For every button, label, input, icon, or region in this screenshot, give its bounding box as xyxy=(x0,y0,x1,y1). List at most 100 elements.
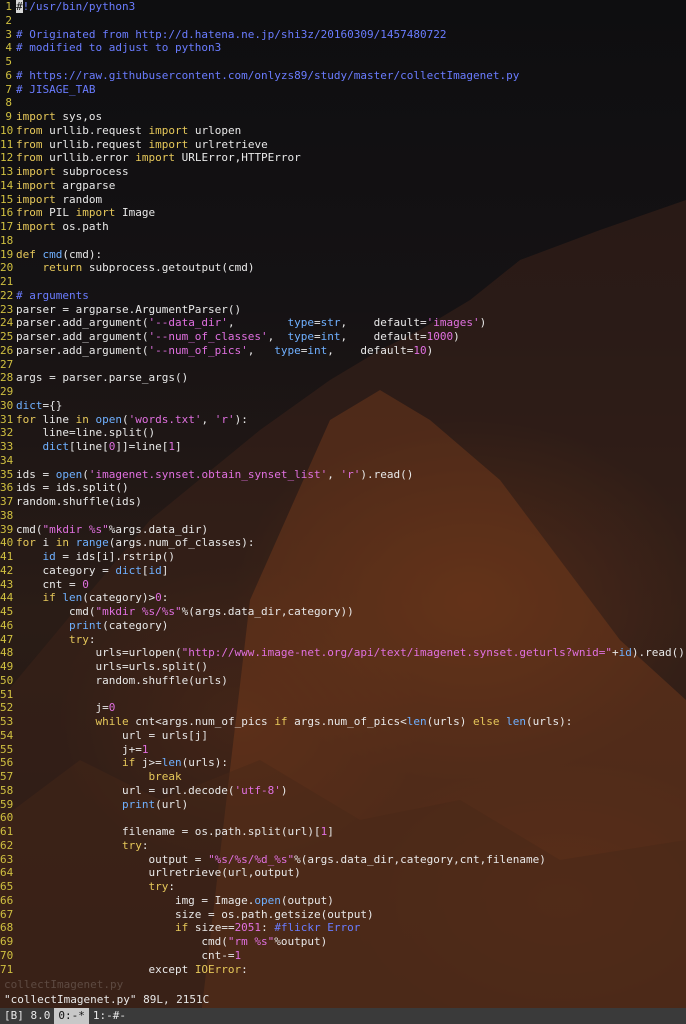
code-line[interactable]: 36 ids = ids.split() xyxy=(0,481,686,495)
code-line[interactable]: 15 import random xyxy=(0,193,686,207)
code-line[interactable]: 3 # Originated from http://d.hatena.ne.j… xyxy=(0,28,686,42)
tmux-window-other[interactable]: 1:-#- xyxy=(89,1008,130,1024)
code-line[interactable]: 52 j=0 xyxy=(0,701,686,715)
code-line[interactable]: 40 for i in range(args.num_of_classes): xyxy=(0,536,686,550)
code-line[interactable]: 42 category = dict[id] xyxy=(0,564,686,578)
code-text: j+=1 xyxy=(16,743,149,756)
code-text: img = Image.open(output) xyxy=(16,894,334,907)
code-line[interactable]: 70 cnt-=1 xyxy=(0,949,686,963)
line-number: 38 xyxy=(0,508,14,522)
code-line[interactable]: 38 xyxy=(0,509,686,523)
code-token: ) xyxy=(280,783,288,797)
code-line[interactable]: 55 j+=1 xyxy=(0,743,686,757)
code-line[interactable]: 64 urlretrieve(url,output) xyxy=(0,866,686,880)
code-line[interactable]: 33 dict[line[0]]=line[1] xyxy=(0,440,686,454)
code-line[interactable]: 16 from PIL import Image xyxy=(0,206,686,220)
code-line[interactable]: 49 urls=urls.split() xyxy=(0,660,686,674)
line-number: 46 xyxy=(0,618,14,632)
code-token: argparse xyxy=(55,178,116,192)
text-cursor: # xyxy=(16,0,23,13)
code-line[interactable]: 6 # https://raw.githubusercontent.com/on… xyxy=(0,69,686,83)
code-token: 'images' xyxy=(426,316,480,330)
code-line[interactable]: 5 xyxy=(0,55,686,69)
code-line[interactable]: 59 print(url) xyxy=(0,798,686,812)
code-line[interactable]: 17 import os.path xyxy=(0,220,686,234)
code-line[interactable]: 71 except IOError: xyxy=(0,963,686,977)
code-line[interactable]: 29 xyxy=(0,385,686,399)
code-line[interactable]: 53 while cnt<args.num_of_pics if args.nu… xyxy=(0,715,686,729)
code-line[interactable]: 27 xyxy=(0,358,686,372)
code-line[interactable]: 51 xyxy=(0,688,686,702)
code-line[interactable]: 7 # JISAGE_TAB xyxy=(0,83,686,97)
code-line[interactable]: 9 import sys,os xyxy=(0,110,686,124)
code-token: id xyxy=(42,550,56,563)
code-line[interactable]: 14 import argparse xyxy=(0,179,686,193)
code-line[interactable]: 34 xyxy=(0,454,686,468)
code-line[interactable]: 57 break xyxy=(0,770,686,784)
code-line[interactable]: 20 return subprocess.getoutput(cmd) xyxy=(0,261,686,275)
code-line[interactable]: 41 id = ids[i].rstrip() xyxy=(0,550,686,564)
code-token: try xyxy=(121,838,142,852)
line-number: 25 xyxy=(0,330,14,343)
code-line[interactable]: 61 filename = os.path.split(url)[1] xyxy=(0,825,686,839)
code-token: : xyxy=(261,921,275,935)
code-line[interactable]: 25 parser.add_argument('--num_of_classes… xyxy=(0,330,686,344)
code-line[interactable]: 11 from urllib.request import urlretriev… xyxy=(0,138,686,152)
code-line[interactable]: 63 output = "%s/%s/%d_%s"%(args.data_dir… xyxy=(0,853,686,867)
line-number: 21 xyxy=(0,275,14,288)
code-line[interactable]: 1 #!/usr/bin/python3 xyxy=(0,0,686,14)
vim-editor-buffer[interactable]: 1 #!/usr/bin/python3 2 3 # Originated fro… xyxy=(0,0,686,980)
line-number: 37 xyxy=(0,495,14,508)
code-line[interactable]: 32 line=line.split() xyxy=(0,426,686,440)
code-line[interactable]: 30 dict={} xyxy=(0,399,686,413)
code-token: PIL xyxy=(42,206,76,220)
code-line[interactable]: 10 from urllib.request import urlopen xyxy=(0,124,686,138)
code-line[interactable]: 43 cnt = 0 xyxy=(0,578,686,592)
code-line[interactable]: 2 xyxy=(0,14,686,28)
code-line[interactable]: 65 try: xyxy=(0,880,686,894)
code-token: args = parser.parse_args() xyxy=(16,371,189,385)
code-line[interactable]: 58 url = url.decode('utf-8') xyxy=(0,784,686,798)
code-token: ) xyxy=(453,330,460,343)
code-line[interactable]: 62 try: xyxy=(0,839,686,853)
code-line[interactable]: 22 # arguments xyxy=(0,289,686,303)
code-line[interactable]: 31 for line in open('words.txt', 'r'): xyxy=(0,413,686,427)
code-line[interactable]: 39 cmd("mkdir %s"%args.data_dir) xyxy=(0,523,686,537)
code-text: print(url) xyxy=(16,798,188,811)
code-line[interactable]: 12 from urllib.error import URLError,HTT… xyxy=(0,151,686,165)
code-line[interactable]: 45 cmd("mkdir %s/%s"%(args.data_dir,cate… xyxy=(0,605,686,619)
code-token: '--data_dir' xyxy=(148,316,228,330)
code-line[interactable]: 56 if j>=len(urls): xyxy=(0,756,686,770)
code-line[interactable]: 54 url = urls[j] xyxy=(0,729,686,743)
code-text: print(category) xyxy=(16,619,168,632)
code-line[interactable]: 26 parser.add_argument('--num_of_pics', … xyxy=(0,344,686,358)
code-line[interactable]: 46 print(category) xyxy=(0,619,686,633)
tmux-window-active[interactable]: 0:-* xyxy=(54,1008,89,1024)
code-line[interactable]: 13 import subprocess xyxy=(0,165,686,179)
code-line[interactable]: 8 xyxy=(0,96,686,110)
code-line[interactable]: 66 img = Image.open(output) xyxy=(0,894,686,908)
line-number: 11 xyxy=(0,137,14,151)
code-line[interactable]: 69 cmd("rm %s"%output) xyxy=(0,935,686,949)
code-text: break xyxy=(16,770,181,783)
code-line[interactable]: 18 xyxy=(0,234,686,248)
code-line[interactable]: 68 if size==2051: #flickr Error xyxy=(0,921,686,935)
code-token: IOError xyxy=(194,962,242,976)
code-token: 1 xyxy=(234,948,242,962)
code-line[interactable]: 24 parser.add_argument('--data_dir', typ… xyxy=(0,316,686,330)
code-line[interactable]: 60 xyxy=(0,811,686,825)
code-line[interactable]: 44 if len(category)>0: xyxy=(0,591,686,605)
code-line[interactable]: 19 def cmd(cmd): xyxy=(0,248,686,262)
code-line[interactable]: 35 ids = open('imagenet.synset.obtain_sy… xyxy=(0,468,686,482)
code-line[interactable]: 23 parser = argparse.ArgumentParser() xyxy=(0,303,686,317)
code-token: # modified to adjust to python3 xyxy=(16,41,222,55)
code-line[interactable]: 48 urls=urlopen("http://www.image-net.or… xyxy=(0,646,686,660)
code-line[interactable]: 47 try: xyxy=(0,633,686,647)
code-line[interactable]: 50 random.shuffle(urls) xyxy=(0,674,686,688)
code-line[interactable]: 28 args = parser.parse_args() xyxy=(0,371,686,385)
code-line[interactable]: 37 random.shuffle(ids) xyxy=(0,495,686,509)
line-number: 53 xyxy=(0,715,14,728)
code-line[interactable]: 67 size = os.path.getsize(output) xyxy=(0,908,686,922)
code-line[interactable]: 4 # modified to adjust to python3 xyxy=(0,41,686,55)
code-line[interactable]: 21 xyxy=(0,275,686,289)
